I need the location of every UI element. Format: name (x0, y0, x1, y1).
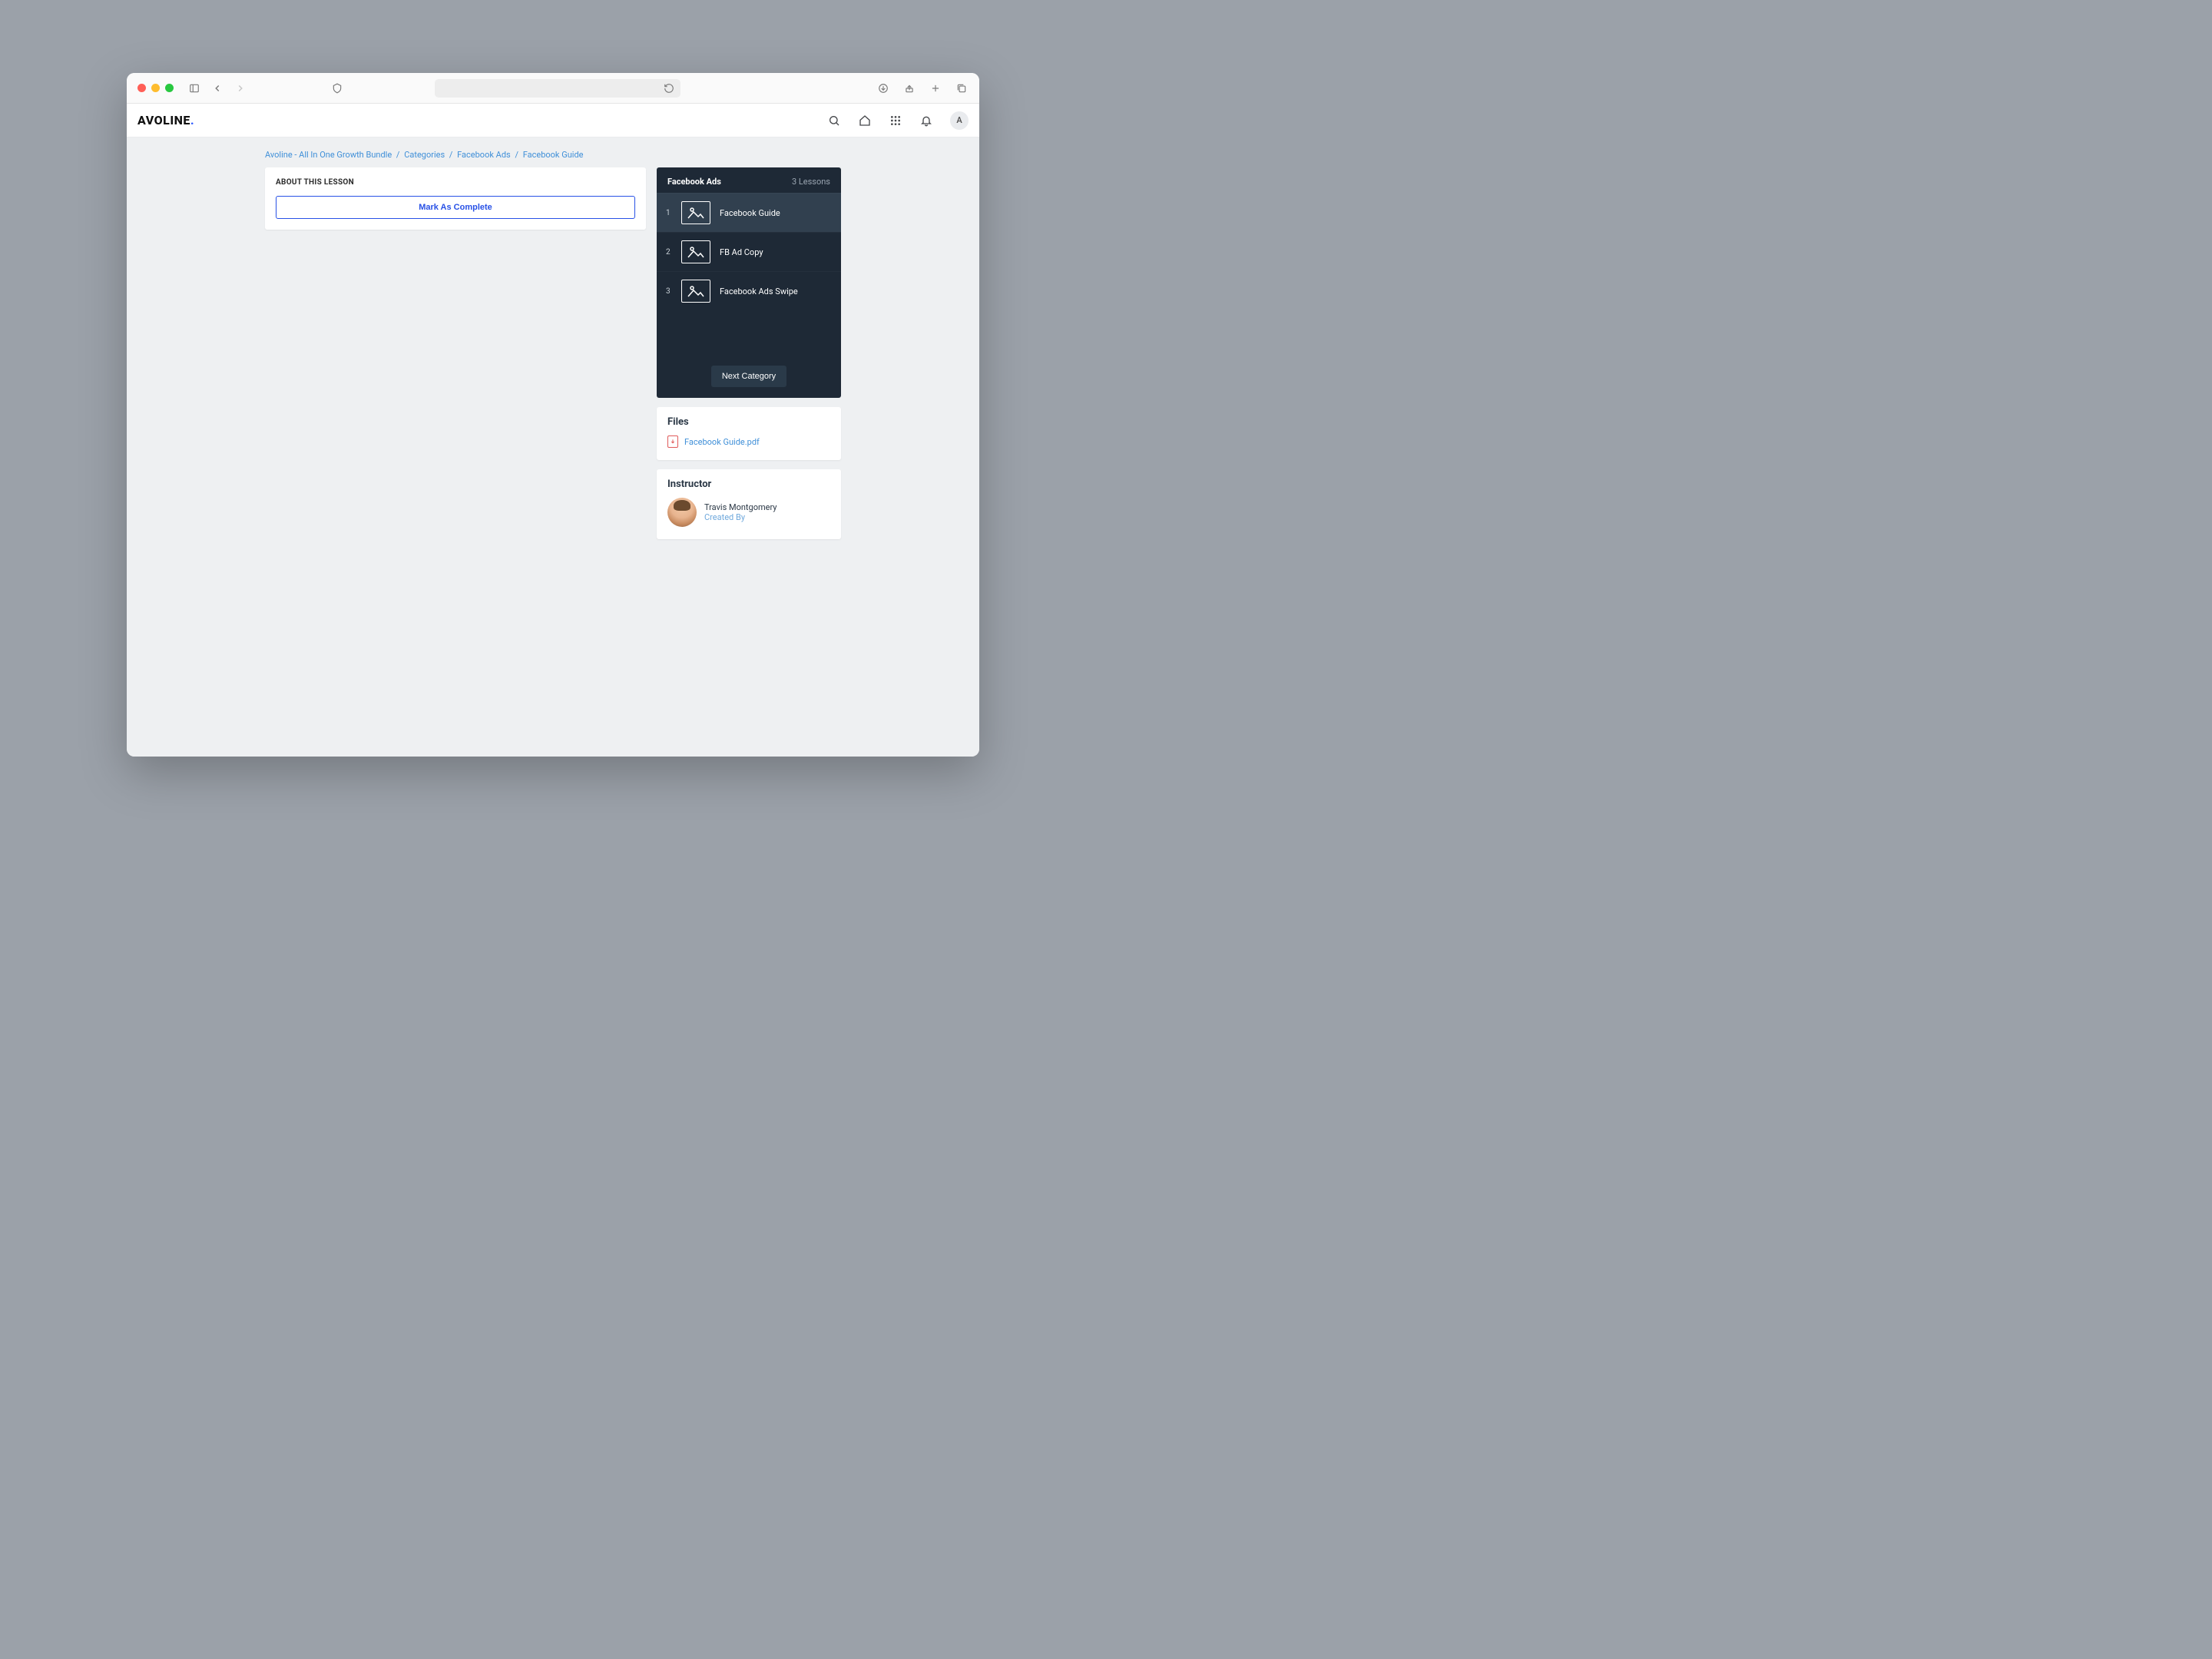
lesson-number: 3 (666, 287, 672, 296)
traffic-lights (137, 84, 174, 92)
files-title: Files (667, 416, 830, 428)
lesson-number: 1 (666, 209, 672, 217)
lesson-label: Facebook Ads Swipe (720, 286, 798, 296)
search-icon[interactable] (827, 114, 841, 127)
instructor-name: Travis Montgomery (704, 502, 777, 512)
lessons-count: 3 Lessons (792, 177, 830, 187)
tabs-icon[interactable] (955, 81, 969, 95)
logo-dot: . (190, 113, 194, 127)
new-tab-icon[interactable] (929, 81, 942, 95)
instructor-role: Created By (704, 512, 777, 522)
breadcrumb: Avoline - All In One Growth Bundle / Cat… (265, 147, 841, 167)
next-category-button[interactable]: Next Category (711, 366, 786, 387)
instructor-avatar (667, 498, 697, 527)
mark-complete-button[interactable]: Mark As Complete (276, 196, 635, 219)
breadcrumb-item[interactable]: Facebook Ads (457, 150, 511, 160)
apps-grid-icon[interactable] (889, 114, 902, 127)
files-card: Files Facebook Guide.pdf (657, 407, 841, 460)
pdf-icon (667, 435, 678, 448)
breadcrumb-item[interactable]: Avoline - All In One Growth Bundle (265, 150, 392, 160)
bell-icon[interactable] (919, 114, 933, 127)
file-link[interactable]: Facebook Guide.pdf (667, 435, 830, 448)
page-body: Avoline - All In One Growth Bundle / Cat… (127, 137, 979, 757)
instructor-card: Instructor Travis Montgomery Created By (657, 469, 841, 539)
image-icon (681, 201, 710, 224)
sidebar-toggle-icon[interactable] (187, 81, 201, 95)
instructor-title: Instructor (667, 478, 830, 490)
lesson-label: Facebook Guide (720, 208, 780, 218)
lessons-title: Facebook Ads (667, 177, 721, 187)
image-icon (681, 280, 710, 303)
breadcrumb-item[interactable]: Facebook Guide (523, 150, 584, 160)
share-icon[interactable] (902, 81, 916, 95)
avatar-initial: A (956, 115, 962, 125)
lesson-row[interactable]: 2 FB Ad Copy (657, 232, 841, 271)
lessons-panel: Facebook Ads 3 Lessons 1 Facebook Guide … (657, 167, 841, 398)
file-name: Facebook Guide.pdf (684, 437, 760, 447)
window-maximize[interactable] (165, 84, 174, 92)
download-icon[interactable] (876, 81, 890, 95)
logo[interactable]: AVOLINE. (137, 113, 194, 127)
logo-text: AVOLINE (137, 113, 190, 127)
home-icon[interactable] (858, 114, 872, 127)
lesson-label: FB Ad Copy (720, 247, 763, 257)
about-lesson-card: ABOUT THIS LESSON Mark As Complete (265, 167, 646, 230)
browser-chrome (127, 73, 979, 104)
lesson-number: 2 (666, 248, 672, 257)
back-icon[interactable] (210, 81, 224, 95)
breadcrumb-item[interactable]: Categories (404, 150, 445, 160)
window-close[interactable] (137, 84, 146, 92)
reload-icon[interactable] (664, 83, 674, 94)
image-icon (681, 240, 710, 263)
window-minimize[interactable] (151, 84, 160, 92)
avatar[interactable]: A (950, 111, 969, 130)
shield-icon[interactable] (330, 81, 344, 95)
lesson-row[interactable]: 3 Facebook Ads Swipe (657, 271, 841, 310)
forward-icon[interactable] (233, 81, 247, 95)
lesson-row[interactable]: 1 Facebook Guide (657, 193, 841, 232)
app-header: AVOLINE. A (127, 104, 979, 137)
browser-window: AVOLINE. A Avoline - All In One Growth B… (127, 73, 979, 757)
url-bar[interactable] (435, 79, 680, 98)
about-title: ABOUT THIS LESSON (276, 178, 635, 187)
